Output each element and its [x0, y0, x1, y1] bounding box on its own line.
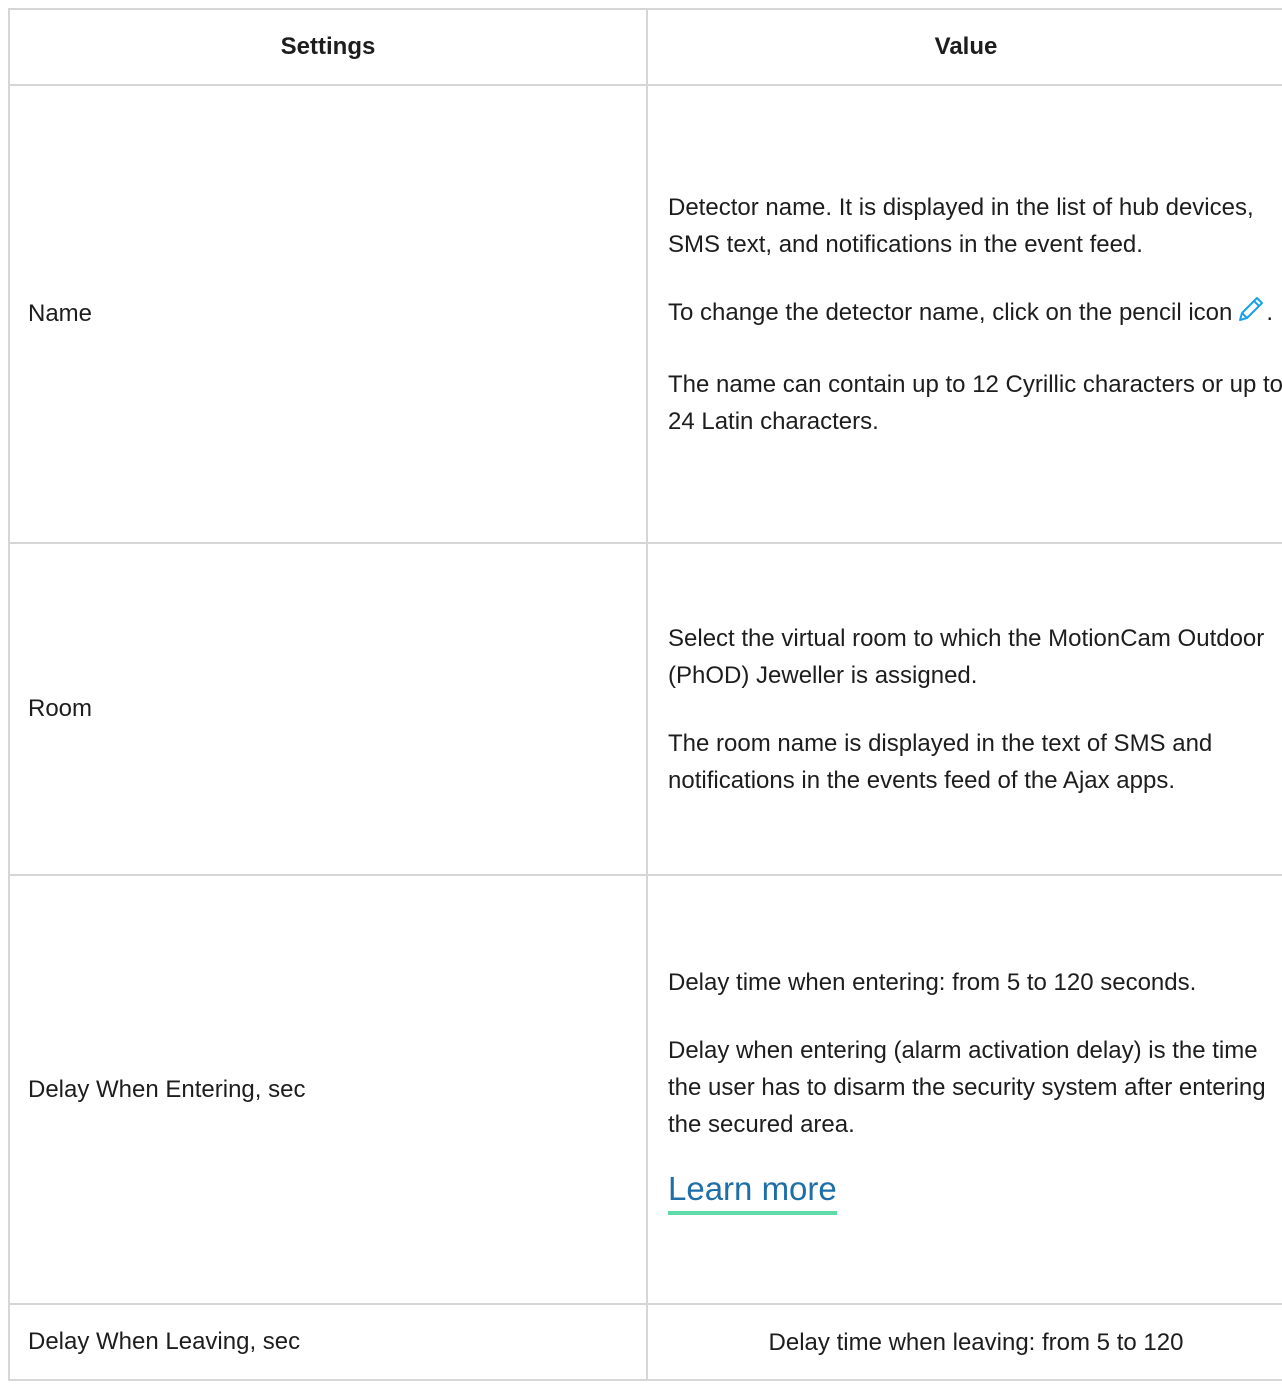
setting-room: Room	[10, 544, 648, 874]
value-paragraph: Delay time when entering: from 5 to 120 …	[668, 969, 1197, 996]
setting-name: Name	[10, 86, 648, 542]
value-paragraph: Detector name. It is displayed in the li…	[668, 193, 1254, 258]
table-row: Room Select the virtual room to which th…	[10, 544, 1282, 876]
table-row: Name Detector name. It is displayed in t…	[10, 86, 1282, 544]
value-paragraph: The room name is displayed in the text o…	[668, 729, 1213, 794]
value-cell: Delay time when entering: from 5 to 120 …	[648, 876, 1282, 1303]
table-header: Settings Value	[10, 10, 1282, 86]
value-cell: Delay time when leaving: from 5 to 120	[648, 1305, 1282, 1379]
settings-table: Settings Value Name Detector name. It is…	[8, 8, 1282, 1381]
value-paragraph: To change the detector name, click on th…	[668, 294, 1273, 335]
value-paragraph: Select the virtual room to which the Mot…	[668, 624, 1265, 689]
value-cell: Select the virtual room to which the Mot…	[648, 544, 1282, 874]
setting-delay-leaving: Delay When Leaving, sec	[10, 1305, 648, 1379]
value-paragraph: Delay time when leaving: from 5 to 120	[768, 1328, 1184, 1356]
header-value: Value	[934, 33, 998, 60]
table-row: Delay When Leaving, sec Delay time when …	[10, 1305, 1282, 1381]
learn-more-link[interactable]: Learn more	[668, 1169, 837, 1215]
value-cell: Detector name. It is displayed in the li…	[648, 86, 1282, 542]
pencil-icon	[1236, 294, 1266, 335]
setting-delay-entering: Delay When Entering, sec	[10, 876, 648, 1303]
pencil-suffix: .	[1266, 298, 1274, 326]
table-row: Delay When Entering, sec Delay time when…	[10, 876, 1282, 1305]
value-paragraph: Delay when entering (alarm activation de…	[668, 1037, 1266, 1138]
pencil-instruction-text: To change the detector name, click on th…	[668, 298, 1233, 326]
header-settings: Settings	[10, 10, 648, 84]
value-paragraph: The name can contain up to 12 Cyrillic c…	[668, 370, 1282, 435]
